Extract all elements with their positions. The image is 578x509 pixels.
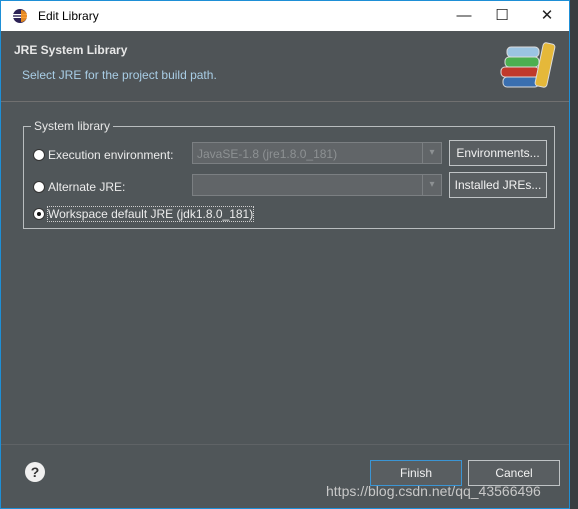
- page-description: Select JRE for the project build path.: [22, 68, 217, 82]
- eclipse-icon: [13, 9, 27, 23]
- chevron-down-icon[interactable]: ▾: [422, 143, 441, 163]
- window-title: Edit Library: [38, 9, 99, 23]
- title-bar: Edit Library — ☐ ✕: [1, 1, 569, 31]
- minimize-button[interactable]: —: [453, 5, 475, 27]
- maximize-button[interactable]: ☐: [491, 5, 513, 27]
- group-label: System library: [31, 119, 114, 133]
- alternate-jre-label: Alternate JRE:: [48, 180, 126, 194]
- watermark: https://blog.csdn.net/qq_43566496: [326, 483, 541, 499]
- execution-environment-value: JavaSE-1.8 (jre1.8.0_181): [197, 147, 338, 161]
- close-button[interactable]: ✕: [536, 5, 558, 27]
- installed-jres-button[interactable]: Installed JREs...: [449, 172, 547, 198]
- execution-environment-label: Execution environment:: [48, 148, 174, 162]
- wizard-header: JRE System Library Select JRE for the pr…: [1, 31, 569, 102]
- library-books-icon: [500, 42, 556, 88]
- alternate-jre-combo[interactable]: ▾: [192, 174, 442, 196]
- workspace-default-radio[interactable]: [33, 208, 45, 220]
- help-icon[interactable]: ?: [25, 462, 45, 482]
- environments-button[interactable]: Environments...: [449, 140, 547, 166]
- chevron-down-icon[interactable]: ▾: [422, 175, 441, 195]
- content-area: System library Execution environment: Ja…: [9, 102, 561, 442]
- execution-environment-combo[interactable]: JavaSE-1.8 (jre1.8.0_181) ▾: [192, 142, 442, 164]
- execution-environment-radio[interactable]: [33, 149, 45, 161]
- footer-separator: [1, 444, 569, 445]
- page-title: JRE System Library: [14, 43, 128, 57]
- edit-library-dialog: Edit Library — ☐ ✕ JRE System Library Se…: [0, 0, 570, 509]
- alternate-jre-radio[interactable]: [33, 181, 45, 193]
- workspace-default-label: Workspace default JRE (jdk1.8.0_181): [46, 206, 255, 222]
